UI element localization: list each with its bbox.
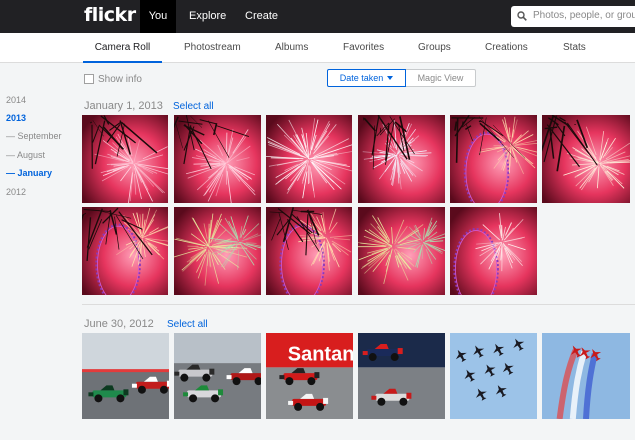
- date-taken-button[interactable]: Date taken: [327, 69, 406, 87]
- timeline-august[interactable]: — August: [6, 150, 45, 160]
- flickr-logo[interactable]: flickr: [84, 4, 136, 26]
- photo-thumbnail[interactable]: [450, 207, 537, 295]
- photo-thumbnail[interactable]: [358, 207, 445, 295]
- photo-thumbnail[interactable]: [174, 333, 261, 419]
- photo-thumbnail[interactable]: [542, 333, 630, 419]
- tab-albums[interactable]: Albums: [275, 33, 308, 63]
- photo-thumbnail[interactable]: Santan: [266, 333, 353, 419]
- timeline-2014[interactable]: 2014: [6, 95, 26, 105]
- sub-navigation: Camera Roll Photostream Albums Favorites…: [0, 33, 635, 63]
- section-date: January 1, 2013: [84, 100, 163, 112]
- select-all-link[interactable]: Select all: [167, 319, 208, 330]
- photo-thumbnail[interactable]: [358, 115, 445, 203]
- tab-camera-roll[interactable]: Camera Roll: [83, 33, 162, 63]
- photo-thumbnail[interactable]: [82, 115, 168, 203]
- photo-thumbnail[interactable]: [82, 207, 168, 295]
- photo-thumbnail[interactable]: [266, 207, 352, 295]
- date-taken-label: Date taken: [339, 73, 384, 83]
- search-box[interactable]: Photos, people, or groups: [511, 6, 635, 27]
- photo-thumbnail[interactable]: [266, 115, 352, 203]
- photo-thumbnail[interactable]: [450, 115, 537, 203]
- tab-favorites[interactable]: Favorites: [343, 33, 384, 63]
- photo-thumbnail[interactable]: [358, 333, 445, 419]
- photo-thumbnail[interactable]: [450, 333, 537, 419]
- tab-stats[interactable]: Stats: [563, 33, 586, 63]
- nav-you[interactable]: You: [140, 0, 176, 33]
- magic-view-button[interactable]: Magic View: [406, 69, 476, 87]
- nav-explore[interactable]: Explore: [189, 0, 226, 33]
- top-bar: flickr You Explore Create Photos, people…: [0, 0, 635, 33]
- section-divider: [82, 304, 635, 305]
- timeline-january[interactable]: — January: [6, 168, 52, 178]
- chevron-down-icon: [387, 76, 394, 80]
- show-info-checkbox[interactable]: [84, 74, 94, 84]
- section-date: June 30, 2012: [84, 318, 154, 330]
- timeline-september[interactable]: — September: [6, 131, 62, 141]
- svg-text:Santan: Santan: [288, 344, 353, 366]
- timeline-2012[interactable]: 2012: [6, 187, 26, 197]
- search-icon: [517, 11, 527, 21]
- tab-groups[interactable]: Groups: [418, 33, 451, 63]
- photo-thumbnail[interactable]: [174, 207, 261, 295]
- photo-thumbnail[interactable]: [174, 115, 261, 203]
- select-all-link[interactable]: Select all: [173, 101, 214, 112]
- tab-creations[interactable]: Creations: [485, 33, 528, 63]
- timeline-2013[interactable]: 2013: [6, 113, 26, 123]
- show-info-label: Show info: [98, 74, 142, 85]
- photo-thumbnail[interactable]: [82, 333, 169, 419]
- nav-create[interactable]: Create: [245, 0, 278, 33]
- search-input[interactable]: Photos, people, or groups: [533, 10, 635, 21]
- photo-thumbnail[interactable]: [542, 115, 630, 203]
- tab-photostream[interactable]: Photostream: [184, 33, 241, 63]
